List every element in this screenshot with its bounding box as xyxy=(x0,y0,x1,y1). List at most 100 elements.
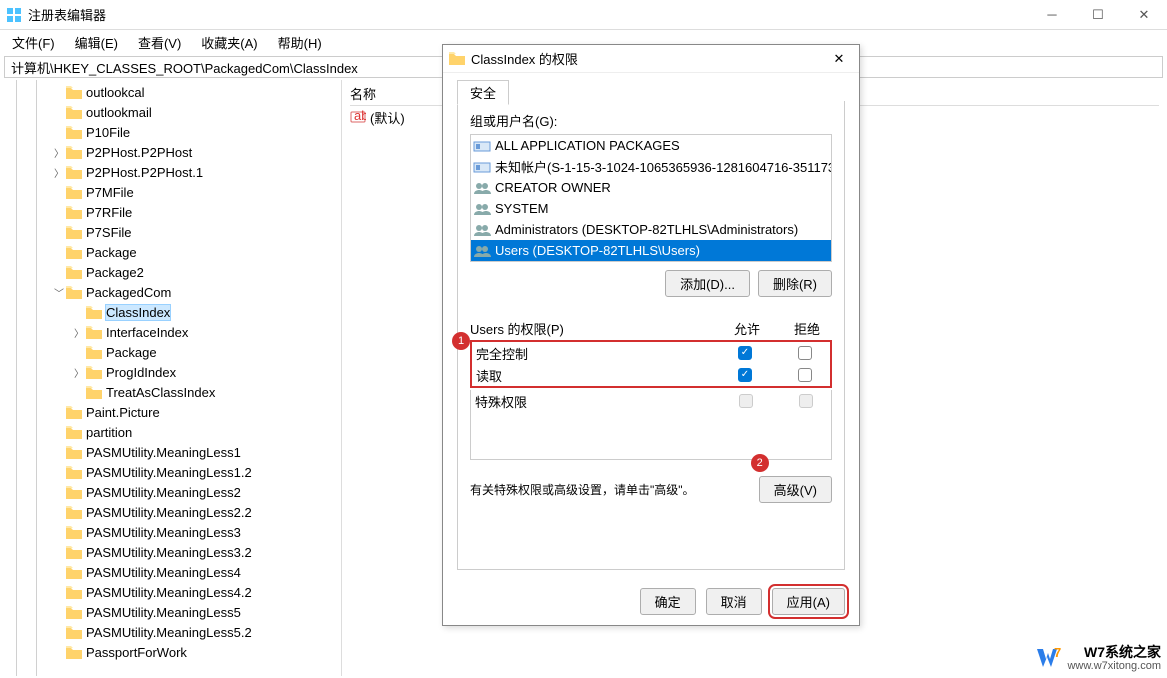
address-text: 计算机\HKEY_CLASSES_ROOT\PackagedCom\ClassI… xyxy=(11,58,358,77)
user-name: 未知帐户(S-1-15-3-1024-1065365936-1281604716… xyxy=(495,157,832,176)
tree-item[interactable]: PASMUtility.MeaningLess1 xyxy=(4,442,341,462)
tree-item-label: Package2 xyxy=(86,265,144,280)
tree-item[interactable]: P7MFile xyxy=(4,182,341,202)
user-list-item[interactable]: CREATOR OWNER xyxy=(471,177,831,198)
ok-button[interactable]: 确定 xyxy=(640,588,696,615)
window-close-button[interactable]: ✕ xyxy=(1121,0,1167,30)
tree-item[interactable]: PASMUtility.MeaningLess4 xyxy=(4,562,341,582)
tree-item[interactable]: PASMUtility.MeaningLess1.2 xyxy=(4,462,341,482)
tree-item-label: P7RFile xyxy=(86,205,132,220)
tree-item[interactable]: PASMUtility.MeaningLess5 xyxy=(4,602,341,622)
menu-help[interactable]: 帮助(H) xyxy=(270,31,330,54)
tree-item[interactable]: partition xyxy=(4,422,341,442)
tree-item-label: P10File xyxy=(86,125,130,140)
tree-item[interactable]: PassportForWork xyxy=(4,642,341,662)
svg-text:ab: ab xyxy=(354,109,366,123)
tree-item-label: PASMUtility.MeaningLess5.2 xyxy=(86,625,252,640)
user-name: Users (DESKTOP-82TLHLS\Users) xyxy=(495,243,700,258)
watermark-logo-icon: 7 xyxy=(1035,645,1061,671)
tree-item[interactable]: ﹀ PackagedCom xyxy=(4,282,341,302)
window-title: 注册表编辑器 xyxy=(28,5,1029,24)
allow-checkbox[interactable] xyxy=(739,394,753,408)
tree-item-label: ClassIndex xyxy=(106,305,170,320)
tree-expander-icon[interactable]: 〉 xyxy=(52,165,66,180)
user-list[interactable]: ALL APPLICATION PACKAGES未知帐户(S-1-15-3-10… xyxy=(470,134,832,262)
tree-item[interactable]: PASMUtility.MeaningLess3 xyxy=(4,522,341,542)
tab-security[interactable]: 安全 xyxy=(457,80,509,105)
remove-button[interactable]: 删除(R) xyxy=(758,270,832,297)
groups-label: 组或用户名(G): xyxy=(470,111,832,130)
tree-item[interactable]: PASMUtility.MeaningLess2.2 xyxy=(4,502,341,522)
tree-item[interactable]: TreatAsClassIndex xyxy=(4,382,341,402)
tree-item[interactable]: 〉 P2PHost.P2PHost xyxy=(4,142,341,162)
deny-checkbox[interactable] xyxy=(798,368,812,382)
tree-item[interactable]: Package xyxy=(4,342,341,362)
tree-item-label: InterfaceIndex xyxy=(106,325,188,340)
menu-view[interactable]: 查看(V) xyxy=(130,31,189,54)
tree-expander-icon[interactable]: ﹀ xyxy=(52,285,66,300)
tree-item-label: PASMUtility.MeaningLess4 xyxy=(86,565,241,580)
dialog-title: ClassIndex 的权限 xyxy=(471,49,819,68)
advanced-button[interactable]: 高级(V) xyxy=(759,476,832,503)
menu-edit[interactable]: 编辑(E) xyxy=(67,31,126,54)
deny-checkbox[interactable] xyxy=(798,346,812,360)
tree-item[interactable]: Package xyxy=(4,242,341,262)
tree-item[interactable]: 〉 P2PHost.P2PHost.1 xyxy=(4,162,341,182)
tree-item[interactable]: outlookcal xyxy=(4,82,341,102)
value-name: (默认) xyxy=(370,108,405,127)
permission-name: 读取 xyxy=(476,366,710,385)
permissions-dialog: ClassIndex 的权限 ✕ 安全 组或用户名(G): ALL APPLIC… xyxy=(442,44,860,626)
allow-checkbox[interactable] xyxy=(738,346,752,360)
window-minimize-button[interactable]: ─ xyxy=(1029,0,1075,30)
tree-item-label: P7MFile xyxy=(86,185,134,200)
tree-item-label: P2PHost.P2PHost.1 xyxy=(86,165,203,180)
tree-expander-icon[interactable]: 〉 xyxy=(72,325,86,340)
tree-item-label: Package xyxy=(106,345,157,360)
advanced-text: 有关特殊权限或高级设置，请单击"高级"。 xyxy=(470,481,751,498)
user-list-item[interactable]: SYSTEM xyxy=(471,198,831,219)
user-list-item[interactable]: ALL APPLICATION PACKAGES xyxy=(471,135,831,156)
tree-item[interactable]: PASMUtility.MeaningLess2 xyxy=(4,482,341,502)
cancel-button[interactable]: 取消 xyxy=(706,588,762,615)
string-value-icon: ab xyxy=(350,109,366,125)
dialog-close-button[interactable]: ✕ xyxy=(819,51,859,67)
tree-item[interactable]: PASMUtility.MeaningLess4.2 xyxy=(4,582,341,602)
user-list-item[interactable]: 未知帐户(S-1-15-3-1024-1065365936-1281604716… xyxy=(471,156,831,177)
user-list-item[interactable]: Administrators (DESKTOP-82TLHLS\Administ… xyxy=(471,219,831,240)
tree-item[interactable]: Package2 xyxy=(4,262,341,282)
deny-checkbox[interactable] xyxy=(799,394,813,408)
tree-item[interactable]: 〉ProgIdIndex xyxy=(4,362,341,382)
window-maximize-button[interactable]: ☐ xyxy=(1075,0,1121,30)
tree-item[interactable]: Paint.Picture xyxy=(4,402,341,422)
tree-expander-icon[interactable]: 〉 xyxy=(72,365,86,380)
tree-item-label: PackagedCom xyxy=(86,285,171,300)
user-list-item[interactable]: Users (DESKTOP-82TLHLS\Users) xyxy=(471,240,831,261)
tree-item-label: P2PHost.P2PHost xyxy=(86,145,192,160)
permission-name: 完全控制 xyxy=(476,344,710,363)
tree-item[interactable]: ClassIndex xyxy=(4,302,341,322)
apply-button[interactable]: 应用(A) xyxy=(772,588,845,615)
menu-file[interactable]: 文件(F) xyxy=(4,31,63,54)
tree-item[interactable]: P10File xyxy=(4,122,341,142)
tree-item[interactable]: P7SFile xyxy=(4,222,341,242)
tree-item[interactable]: PASMUtility.MeaningLess3.2 xyxy=(4,542,341,562)
tree-item[interactable]: outlookmail xyxy=(4,102,341,122)
deny-header: 拒绝 xyxy=(782,319,832,338)
tree-item[interactable]: PASMUtility.MeaningLess5.2 xyxy=(4,622,341,642)
svg-text:7: 7 xyxy=(1054,645,1061,660)
tree-item-label: partition xyxy=(86,425,132,440)
tree-item-label: PASMUtility.MeaningLess1 xyxy=(86,445,241,460)
permissions-label: Users 的权限(P) xyxy=(470,319,712,338)
tree-item[interactable]: P7RFile xyxy=(4,202,341,222)
annotation-bubble-1: 1 xyxy=(452,332,470,350)
tree-item[interactable]: 〉 InterfaceIndex xyxy=(4,322,341,342)
permission-row: 特殊权限 xyxy=(471,390,831,412)
watermark-title: W7系统之家 xyxy=(1067,645,1161,660)
allow-checkbox[interactable] xyxy=(738,368,752,382)
tree-expander-icon[interactable]: 〉 xyxy=(52,145,66,160)
permission-row: 完全控制 xyxy=(472,342,830,364)
tree-pane[interactable]: outlookcaloutlookmail P10File 〉 P2PHost.P2P… xyxy=(0,80,342,676)
menu-favorites[interactable]: 收藏夹(A) xyxy=(193,31,265,54)
add-button[interactable]: 添加(D)... xyxy=(665,270,750,297)
dialog-titlebar: ClassIndex 的权限 ✕ xyxy=(443,45,859,73)
